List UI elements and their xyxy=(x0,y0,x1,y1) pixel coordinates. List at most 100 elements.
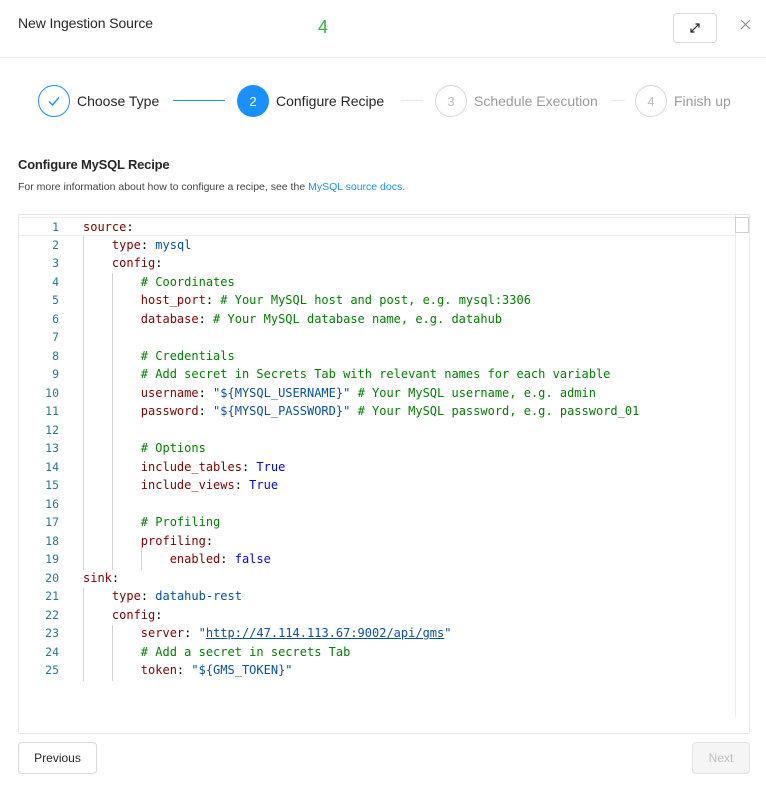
code-line: 16 xyxy=(19,495,735,514)
step-label: Choose Type xyxy=(77,93,160,109)
line-number: 20 xyxy=(45,570,59,585)
code-line: 6 database: # Your MySQL database name, … xyxy=(19,310,735,329)
section-description: For more information about how to config… xyxy=(18,181,405,193)
close-button[interactable] xyxy=(737,14,753,34)
step-active-circle: 2 xyxy=(237,85,269,117)
indent-guide xyxy=(83,588,84,681)
step-connector xyxy=(173,100,225,101)
code-line: 25 token: "${GMS_TOKEN}" xyxy=(19,661,735,680)
code-line: 9 # Add secret in Secrets Tab with relev… xyxy=(19,365,735,384)
recipe-code-editor[interactable]: 1 source: 2 type: mysql 3 config: 4 # Coo… xyxy=(18,214,750,734)
step-wait-circle: 4 xyxy=(635,85,667,117)
line-text: # Add a secret in secrets Tab xyxy=(140,644,351,659)
indent-guide xyxy=(83,236,84,570)
line-text: # Add secret in Secrets Tab with relevan… xyxy=(140,367,611,381)
line-text: type: mysql xyxy=(111,237,192,252)
line-text: config: xyxy=(111,256,163,270)
line-number: 21 xyxy=(45,589,59,603)
code-line: 12 xyxy=(19,421,735,440)
line-number: 14 xyxy=(45,459,59,474)
line-number: 25 xyxy=(45,663,59,677)
code-lines: 1 source: 2 type: mysql 3 config: 4 # Coo… xyxy=(19,217,735,680)
line-number: 22 xyxy=(45,607,59,622)
code-line: 13 # Options xyxy=(19,439,735,458)
line-number: 1 xyxy=(52,220,59,234)
editor-scrollbar[interactable] xyxy=(735,215,749,717)
line-number: 3 xyxy=(52,256,59,270)
line-number: 5 xyxy=(52,293,59,307)
next-button[interactable]: Next xyxy=(692,742,750,774)
code-line: 1 source: xyxy=(19,217,735,236)
line-number: 11 xyxy=(45,404,59,418)
line-number: 24 xyxy=(45,644,59,659)
code-line: 15 include_views: True xyxy=(19,476,735,495)
code-line: 23 server: "http://47.114.113.67:9002/ap… xyxy=(19,624,735,643)
indent-guide xyxy=(112,625,113,681)
line-number: 16 xyxy=(45,496,59,511)
line-number: 15 xyxy=(45,478,59,492)
indent-guide xyxy=(141,543,142,570)
line-text: # Coordinates xyxy=(140,274,235,289)
code-line: 7 xyxy=(19,328,735,347)
check-icon xyxy=(48,97,60,107)
line-text: sink: xyxy=(83,570,120,585)
editor-scrollbar-thumb[interactable] xyxy=(735,217,749,233)
expand-button[interactable] xyxy=(673,13,717,43)
step-choose-type[interactable]: Choose Type xyxy=(38,85,159,117)
mysql-docs-link[interactable]: MySQL source docs. xyxy=(308,181,405,193)
line-text: database: # Your MySQL database name, e.… xyxy=(140,311,503,326)
step-label: Finish up xyxy=(674,93,731,109)
line-text: type: datahub-rest xyxy=(111,589,242,603)
step-count-badge: 4 xyxy=(318,17,329,37)
code-line: 5 host_port: # Your MySQL host and post,… xyxy=(19,291,735,310)
line-number: 6 xyxy=(52,311,59,326)
code-line: 8 # Credentials xyxy=(19,347,735,366)
code-line: 20 sink: xyxy=(19,569,735,588)
code-line: 22 config: xyxy=(19,606,735,625)
line-text: username: "${MYSQL_USERNAME}" # Your MyS… xyxy=(140,385,596,400)
line-text: source: xyxy=(83,220,134,234)
step-connector xyxy=(611,100,625,101)
step-finish-up[interactable]: 4 Finish up xyxy=(635,85,731,117)
code-line: 14 include_tables: True xyxy=(19,458,735,477)
previous-button[interactable]: Previous xyxy=(18,742,97,774)
line-text: profiling: xyxy=(140,533,214,548)
code-line: 10 username: "${MYSQL_USERNAME}" # Your … xyxy=(19,384,735,403)
modal-header: New Ingestion Source 4 xyxy=(0,0,766,58)
steps-bar: Choose Type 2 Configure Recipe 3 Schedul… xyxy=(38,85,738,117)
line-number: 12 xyxy=(45,422,59,437)
line-text: config: xyxy=(111,607,163,622)
section-title: Configure MySQL Recipe xyxy=(18,157,170,172)
step-configure-recipe[interactable]: 2 Configure Recipe xyxy=(237,85,384,117)
code-line: 3 config: xyxy=(19,254,735,273)
line-number: 4 xyxy=(52,274,59,289)
line-text: # Credentials xyxy=(140,348,235,363)
modal-title: New Ingestion Source xyxy=(18,15,153,31)
line-number: 7 xyxy=(52,330,59,344)
code-line: 24 # Add a secret in secrets Tab xyxy=(19,643,735,662)
line-number: 9 xyxy=(52,367,59,381)
step-done-circle xyxy=(38,85,70,117)
line-number: 18 xyxy=(45,533,59,548)
step-label: Configure Recipe xyxy=(276,93,385,109)
line-number: 13 xyxy=(45,441,59,455)
step-connector xyxy=(401,100,423,101)
code-line: 17 # Profiling xyxy=(19,513,735,532)
line-text: password: "${MYSQL_PASSWORD}" # Your MyS… xyxy=(140,404,640,418)
step-schedule-execution[interactable]: 3 Schedule Execution xyxy=(435,85,598,117)
indent-guide xyxy=(112,273,113,570)
code-line: 21 type: datahub-rest xyxy=(19,587,735,606)
code-line: 2 type: mysql xyxy=(19,236,735,255)
code-line: 18 profiling: xyxy=(19,532,735,551)
step-label: Schedule Execution xyxy=(474,93,598,109)
line-text: token: "${GMS_TOKEN}" xyxy=(140,663,293,677)
line-text: # Profiling xyxy=(140,515,221,529)
code-line: 11 password: "${MYSQL_PASSWORD}" # Your … xyxy=(19,402,735,421)
line-text: # Options xyxy=(140,441,206,455)
line-number: 23 xyxy=(45,626,59,640)
line-number: 17 xyxy=(45,515,59,529)
line-number: 19 xyxy=(45,552,59,566)
line-number: 8 xyxy=(52,348,59,363)
line-text: server: "http://47.114.113.67:9002/api/g… xyxy=(140,626,452,640)
line-number: 2 xyxy=(52,237,59,252)
